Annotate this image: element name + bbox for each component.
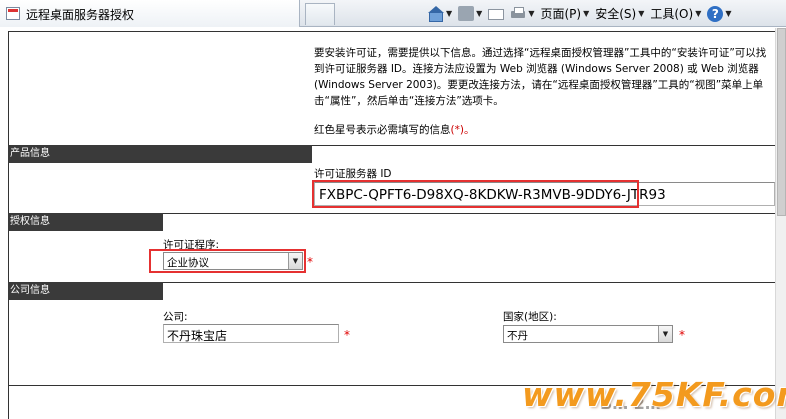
mail-icon xyxy=(488,9,505,20)
chevron-down-icon: ▼ xyxy=(725,9,732,18)
required-star: * xyxy=(307,255,313,269)
safety-menu-label: 安全(S) xyxy=(595,7,637,21)
server-id-label: 许可证服务器 ID xyxy=(314,168,392,180)
help-icon: ? xyxy=(707,5,724,22)
safety-menu[interactable]: 安全(S) ▼ xyxy=(592,3,647,25)
required-star: * xyxy=(679,328,685,342)
dropdown-arrow-icon[interactable]: ▼ xyxy=(658,326,672,342)
help-button[interactable]: ? ▼ xyxy=(704,3,734,25)
required-note-text: 红色星号表示必需填写的信息 xyxy=(314,124,451,136)
page-menu[interactable]: 页面(P) ▼ xyxy=(537,3,592,25)
rss-icon xyxy=(458,6,475,21)
required-star: * xyxy=(344,328,350,342)
feeds-button[interactable]: ▼ xyxy=(455,3,485,25)
divider xyxy=(163,282,775,283)
vertical-scrollbar[interactable] xyxy=(775,28,786,419)
home-icon xyxy=(428,6,444,22)
chevron-down-icon: ▼ xyxy=(695,9,702,18)
chevron-down-icon: ▼ xyxy=(638,9,645,18)
section-company-info: 公司信息 xyxy=(8,282,163,300)
divider xyxy=(163,213,775,214)
printer-icon xyxy=(510,6,526,21)
print-button[interactable]: ▼ xyxy=(507,3,537,25)
scrollbar-thumb[interactable] xyxy=(777,28,786,216)
site-watermark: B… 2… www.75KF.com xyxy=(522,375,786,419)
mail-button[interactable] xyxy=(485,3,507,25)
tab-title: 远程桌面服务器授权 xyxy=(26,8,135,22)
new-tab-button[interactable] xyxy=(305,3,335,25)
section-product-info: 产品信息 xyxy=(8,145,312,163)
browser-topbar: 远程桌面服务器授权 ▼ ▼ ▼ 页面(P) ▼ 安全(S) ▼ 工具(O) ▼ ? ▼ xyxy=(0,0,786,27)
country-value: 不丹 xyxy=(507,330,528,342)
highlight-box xyxy=(312,180,639,208)
intro-text: 要安装许可证，需要提供以下信息。通过选择“远程桌面授权管理器”工具中的“安装许可… xyxy=(314,47,767,107)
watermark-text: www.75KF.com xyxy=(522,375,786,414)
required-note-mark: (*)。 xyxy=(450,124,475,136)
country-select[interactable]: 不丹 ▼ xyxy=(503,325,673,343)
page-content: 要安装许可证，需要提供以下信息。通过选择“远程桌面授权管理器”工具中的“安装许可… xyxy=(0,28,775,419)
company-value: 不丹珠宝店 xyxy=(167,329,228,343)
required-note: 红色星号表示必需填写的信息(*)。 xyxy=(314,122,474,137)
divider xyxy=(8,31,775,32)
chevron-down-icon: ▼ xyxy=(476,9,483,18)
country-label: 国家(地区): xyxy=(503,311,557,323)
company-field[interactable]: 不丹珠宝店 xyxy=(163,324,339,343)
tools-menu[interactable]: 工具(O) ▼ xyxy=(647,3,704,25)
browser-tab[interactable]: 远程桌面服务器授权 xyxy=(0,0,300,27)
divider xyxy=(312,145,775,146)
page-menu-label: 页面(P) xyxy=(540,7,582,21)
highlight-box xyxy=(149,249,306,273)
company-label: 公司: xyxy=(163,311,188,323)
command-bar: ▼ ▼ ▼ 页面(P) ▼ 安全(S) ▼ 工具(O) ▼ ? ▼ xyxy=(425,0,735,27)
home-button[interactable]: ▼ xyxy=(425,3,455,25)
chevron-down-icon: ▼ xyxy=(446,9,453,18)
tools-menu-label: 工具(O) xyxy=(650,7,694,21)
chevron-down-icon: ▼ xyxy=(528,9,535,18)
page-favicon-icon xyxy=(6,7,20,20)
chevron-down-icon: ▼ xyxy=(583,9,590,18)
section-license-info: 授权信息 xyxy=(8,213,163,231)
